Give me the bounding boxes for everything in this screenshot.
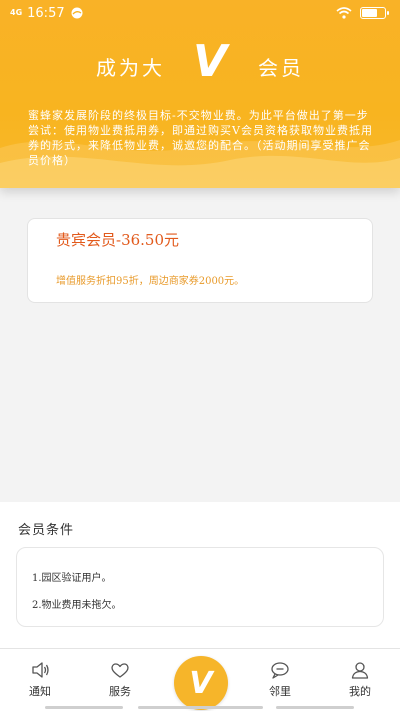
- nav-label: 服务: [109, 685, 131, 698]
- nav-label: 我的: [349, 685, 371, 698]
- network-indicator: 4G: [10, 8, 23, 17]
- nav-item-service[interactable]: 服务: [90, 661, 150, 699]
- nav-vip-button[interactable]: V: [174, 656, 228, 710]
- hero-title-left: 成为大: [95, 55, 165, 80]
- hero-title-right: 会员: [258, 55, 305, 80]
- nav-label: 邻里: [269, 685, 291, 698]
- condition-item: 1.园区验证用户。: [32, 573, 112, 584]
- cloud-icon: [71, 7, 83, 19]
- vip-membership-card[interactable]: 贵宾会员-36.50元 增值服务折扣95折，周边商家券2000元。: [27, 218, 373, 303]
- conditions-heading: 会员条件: [18, 523, 75, 538]
- status-time: 16:57: [27, 5, 65, 21]
- hero-description: 蜜蜂家发展阶段的终极目标-不交物业费。为此平台做出了第一步尝试：使用物业费抵用券…: [28, 109, 373, 167]
- chat-bubble-icon: [271, 662, 289, 679]
- membership-price: 贵宾会员-36.50元: [56, 231, 180, 249]
- hero-title: 成为大 V 会员: [0, 40, 400, 84]
- nav-item-notice[interactable]: 通知: [10, 661, 70, 699]
- nav-item-neighbors[interactable]: 邻里: [250, 661, 310, 699]
- person-icon: [351, 662, 369, 679]
- condition-item: 2.物业费用未拖欠。: [32, 600, 122, 611]
- membership-benefits: 增值服务折扣95折，周边商家券2000元。: [56, 276, 245, 287]
- status-bar: 4G 16:57: [0, 0, 400, 26]
- wifi-icon: [336, 7, 352, 19]
- gesture-bars: [0, 706, 400, 709]
- conditions-box: 1.园区验证用户。 2.物业费用未拖欠。: [16, 547, 384, 627]
- nav-item-mine[interactable]: 我的: [330, 661, 390, 699]
- speaker-icon: [32, 662, 49, 678]
- hero-banner: 成为大 V 会员 蜜蜂家发展阶段的终极目标-不交物业费。为此平台做出了第一步尝试…: [0, 0, 400, 188]
- v-logo: V: [192, 36, 231, 87]
- battery-icon: [360, 7, 389, 19]
- membership-conditions: 会员条件 1.园区验证用户。 2.物业费用未拖欠。: [0, 502, 400, 662]
- heart-icon: [111, 663, 129, 678]
- nav-label: 通知: [29, 685, 51, 698]
